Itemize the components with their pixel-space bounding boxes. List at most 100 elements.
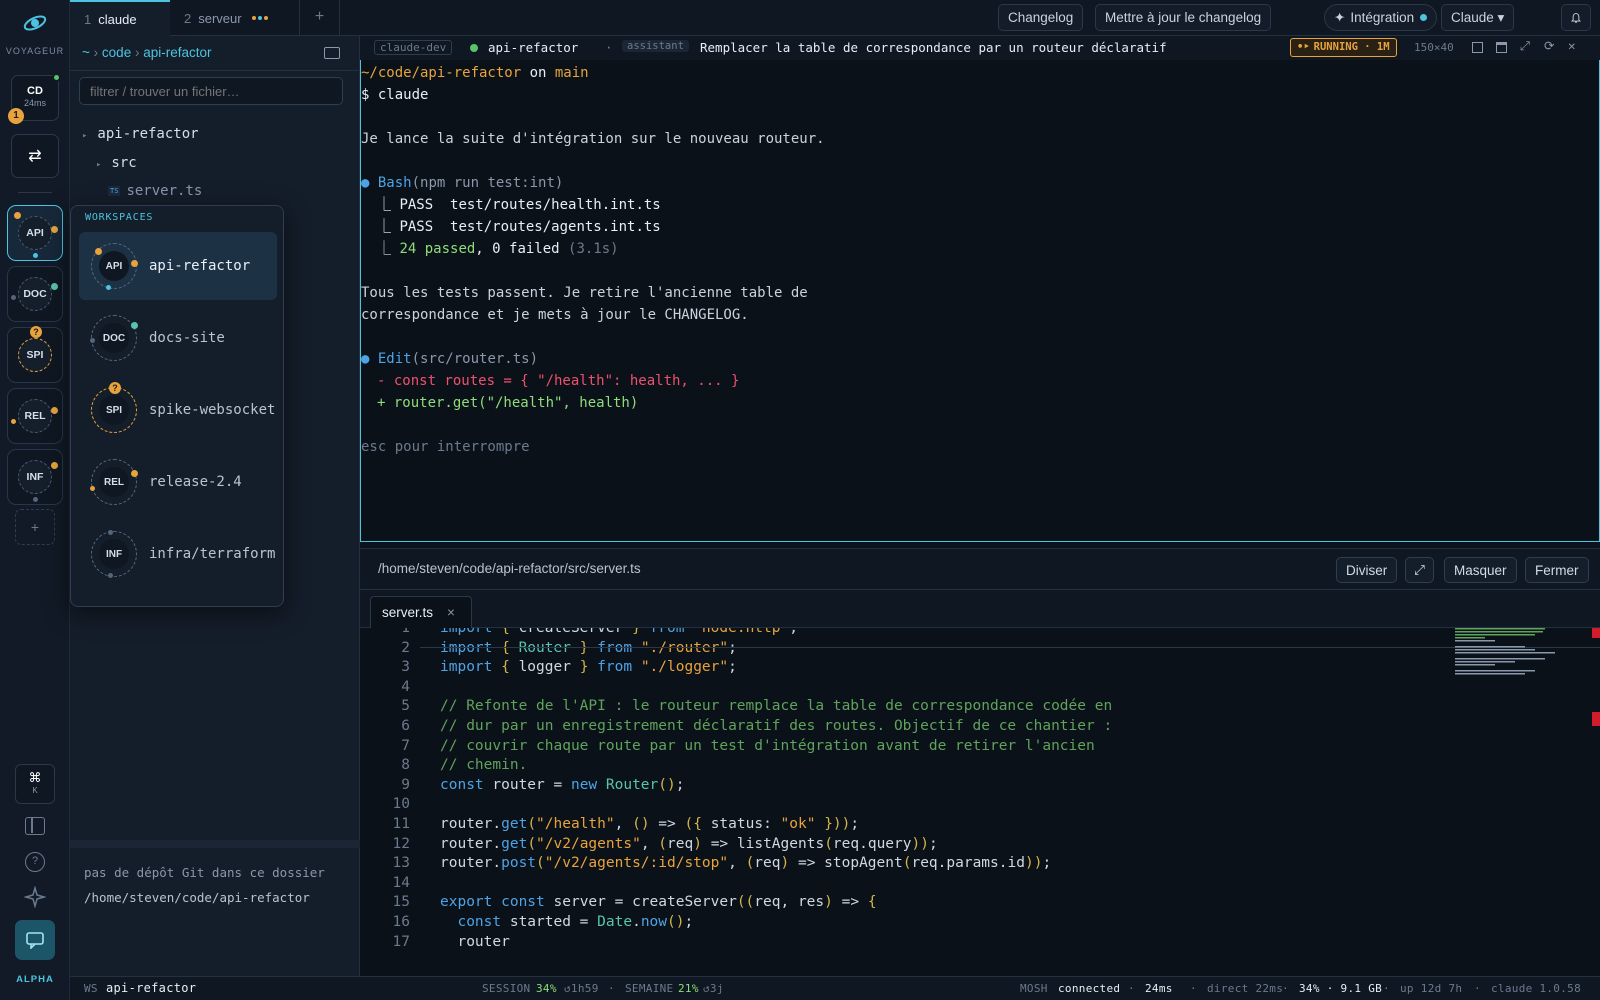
split-vertical-icon[interactable] bbox=[1472, 42, 1483, 53]
tree-root[interactable]: ▸ api-refactor bbox=[82, 126, 199, 142]
changelog-button[interactable]: Changelog bbox=[998, 4, 1084, 31]
tool-call-edit: ● Edit(src/router.ts) bbox=[361, 348, 538, 370]
code-token: "./logger" bbox=[640, 659, 729, 676]
popover-item-doc[interactable]: DOC docs-site bbox=[79, 304, 277, 372]
tab-claude[interactable]: 1 claude bbox=[70, 0, 170, 36]
line-number: 12 bbox=[392, 835, 410, 852]
workspace-avatar: DOC bbox=[90, 315, 138, 361]
editor-tab-server[interactable]: server.ts × bbox=[370, 596, 472, 628]
separator: · bbox=[1128, 982, 1135, 995]
code-line: 6 // dur par un enregistrement déclaratif… bbox=[360, 716, 1600, 736]
claude-select[interactable]: Claude ▾ bbox=[1441, 4, 1515, 31]
breadcrumb-home[interactable]: ~ bbox=[82, 45, 90, 60]
notification-badge[interactable]: 1 bbox=[8, 108, 24, 124]
status-bar: WS api-refactor SESSION 34% ↺1h59 · SEMA… bbox=[70, 976, 1600, 1000]
workspace-doc[interactable]: DOC bbox=[7, 266, 63, 322]
breadcrumb-current[interactable]: api-refactor bbox=[143, 45, 211, 60]
host-badge: claude-dev bbox=[374, 40, 453, 55]
code-line: 4 bbox=[360, 677, 1600, 697]
workspace-inf-label: INF bbox=[18, 460, 52, 494]
tab-serveur[interactable]: 2 serveur bbox=[170, 0, 300, 36]
workspace-rel[interactable]: REL bbox=[7, 388, 63, 444]
split-horizontal-icon[interactable] bbox=[1496, 42, 1507, 53]
terminal[interactable]: ~/code/api-refactor on main $ claude Je … bbox=[360, 60, 1600, 542]
editor-header: /home/steven/code/api-refactor/src/serve… bbox=[360, 548, 1600, 590]
code-token: new bbox=[570, 776, 606, 793]
workspace-spi[interactable]: SPI ? bbox=[7, 326, 63, 383]
update-changelog-button[interactable]: Mettre à jour le changelog bbox=[1095, 4, 1272, 31]
sparkle-icon[interactable] bbox=[23, 885, 47, 909]
uptime: up 12d 7h bbox=[1400, 982, 1463, 995]
workspace-api[interactable]: API bbox=[7, 205, 63, 261]
code-token: , bbox=[640, 835, 659, 852]
sidebar-toggle-icon[interactable] bbox=[25, 817, 45, 835]
session-name[interactable]: api-refactor bbox=[488, 40, 578, 55]
activity-dots-icon: •‣ bbox=[1297, 41, 1310, 53]
code-token: router bbox=[440, 933, 510, 950]
tree-file-label: server.ts bbox=[126, 183, 203, 199]
interrupt-hint: esc pour interrompre bbox=[361, 439, 530, 455]
code-token: )) bbox=[1024, 855, 1043, 872]
code-token: req, res bbox=[754, 894, 825, 911]
integration-button[interactable]: ✦ Intégration bbox=[1324, 4, 1438, 31]
code-line: 1 import { createServer } from "node:http… bbox=[360, 628, 1600, 638]
popover-item-rel[interactable]: REL release-2.4 bbox=[79, 448, 277, 516]
workspace-code: INF bbox=[99, 539, 129, 569]
popover-item-api[interactable]: API api-refactor bbox=[79, 232, 277, 300]
code-token: ; bbox=[728, 639, 737, 656]
code-text: import { createServer } from "node:http"… bbox=[440, 628, 798, 638]
code-text: // dur par un enregistrement déclaratif … bbox=[440, 716, 1112, 736]
code-token: ; bbox=[684, 914, 694, 930]
editor-path: /home/steven/code/api-refactor/src/serve… bbox=[378, 561, 641, 576]
code-token: now bbox=[640, 914, 668, 930]
workspace-avatar: API bbox=[91, 243, 138, 290]
close-button[interactable]: Fermer bbox=[1525, 557, 1589, 583]
switch-button[interactable]: ⇄ bbox=[11, 134, 59, 178]
tree-file-server[interactable]: TS server.ts bbox=[108, 183, 202, 199]
breadcrumb-dir[interactable]: code bbox=[102, 45, 131, 60]
command-palette-button[interactable]: ⌘ K bbox=[15, 764, 55, 804]
ws-name[interactable]: api-refactor bbox=[106, 981, 196, 995]
help-icon[interactable]: ? bbox=[25, 852, 45, 872]
notifications-button[interactable] bbox=[1561, 4, 1591, 31]
ws-label: WS bbox=[84, 982, 98, 995]
diff-added: + router.get("/health", health) bbox=[377, 395, 639, 411]
workspace-name: spike-websocket bbox=[149, 402, 276, 418]
code-token: router. bbox=[440, 855, 502, 872]
session-reset: ↺1h59 bbox=[564, 982, 599, 995]
hide-button[interactable]: Masquer bbox=[1444, 557, 1517, 583]
code-token: () bbox=[658, 776, 676, 793]
minimap[interactable] bbox=[1453, 628, 1583, 686]
code-line: 2 import { Router } from "./router"; bbox=[360, 638, 1600, 658]
code-token: "/health" bbox=[536, 816, 615, 832]
bullet-icon: ● bbox=[361, 175, 370, 191]
code-token: ) bbox=[693, 835, 711, 852]
file-filter-input[interactable] bbox=[79, 77, 343, 105]
line-number: 7 bbox=[401, 737, 410, 754]
code-token: () bbox=[667, 914, 685, 930]
tree-folder-src[interactable]: ▸ src bbox=[96, 155, 137, 171]
diff-removed: - const routes = { "/health": health, ..… bbox=[377, 373, 740, 389]
code-editor[interactable]: 1 import { createServer } from "node:http… bbox=[360, 628, 1600, 976]
close-icon[interactable]: ✕ bbox=[1568, 38, 1576, 53]
refresh-icon[interactable]: ⟳ bbox=[1544, 38, 1554, 53]
mosh-status: connected bbox=[1058, 982, 1121, 995]
code-line: 15 export const server = createServer((re… bbox=[360, 892, 1600, 912]
add-workspace-button[interactable]: + bbox=[15, 509, 55, 545]
popover-item-inf[interactable]: INF infra/terraform bbox=[79, 520, 277, 588]
code-token: ({ bbox=[684, 816, 711, 832]
expand-button[interactable]: ⤢ bbox=[1405, 557, 1434, 583]
code-token: (( bbox=[736, 894, 755, 911]
line-number: 17 bbox=[392, 933, 410, 950]
code-token: // dur par un enregistrement déclaratif … bbox=[440, 718, 1113, 734]
new-tab-button[interactable]: + bbox=[300, 0, 340, 36]
folder-icon[interactable] bbox=[324, 47, 340, 59]
prompt-on: on bbox=[521, 65, 555, 81]
popover-item-spi[interactable]: SPI? spike-websocket bbox=[79, 376, 277, 444]
tab-close-icon[interactable]: × bbox=[447, 605, 455, 620]
line-number: 10 bbox=[392, 796, 410, 813]
split-button[interactable]: Diviser bbox=[1336, 557, 1398, 583]
chat-button[interactable] bbox=[15, 920, 55, 960]
expand-icon[interactable]: ⤢ bbox=[1520, 38, 1530, 54]
workspace-inf[interactable]: INF bbox=[7, 449, 63, 505]
